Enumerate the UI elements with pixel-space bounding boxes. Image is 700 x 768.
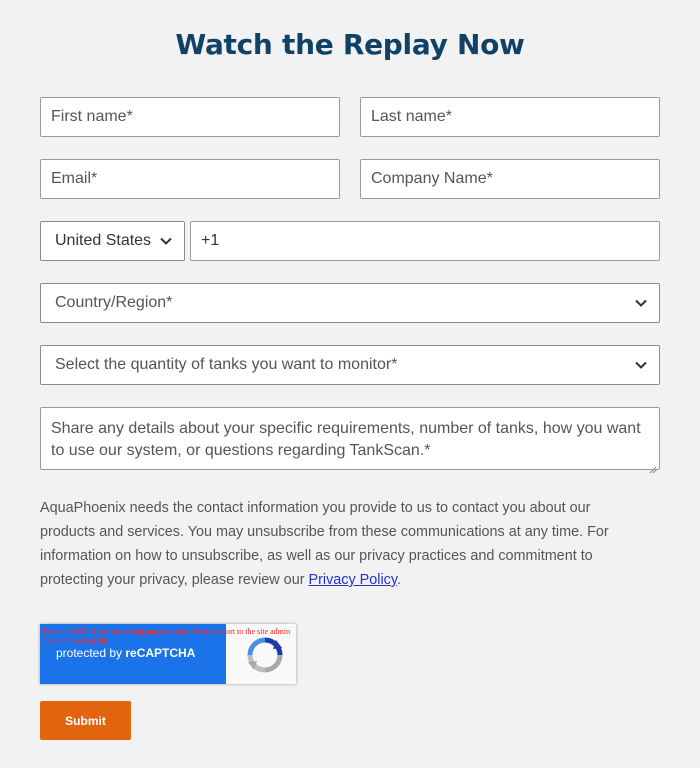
- disclaimer-suffix: .: [396, 572, 401, 588]
- country-region-select[interactable]: Country/Region*: [40, 283, 660, 323]
- first-name-field[interactable]: First name*: [40, 97, 340, 137]
- country-region-value: Country/Region*: [55, 294, 173, 311]
- company-name-placeholder: Company Name*: [371, 170, 493, 187]
- email-field[interactable]: Email*: [40, 159, 340, 199]
- tank-quantity-value: Select the quantity of tanks you want to…: [55, 356, 398, 373]
- page-title: Watch the Replay Now: [175, 28, 525, 61]
- recaptcha-widget[interactable]: This reCAPTCHA is for testing purposes o…: [40, 624, 296, 684]
- recaptcha-test-warning: This reCAPTCHA is for testing purposes o…: [42, 627, 291, 645]
- details-textarea[interactable]: Share any details about your specific re…: [40, 407, 660, 474]
- chevron-down-icon: [160, 235, 172, 247]
- details-placeholder: Share any details about your specific re…: [51, 420, 641, 459]
- last-name-placeholder: Last name*: [371, 108, 452, 125]
- recaptcha-brand: reCAPTCHA: [125, 646, 196, 660]
- privacy-disclaimer: AquaPhoenix needs the contact informatio…: [40, 496, 630, 592]
- email-placeholder: Email*: [51, 170, 98, 187]
- submit-button[interactable]: Submit: [40, 701, 131, 740]
- chevron-down-icon: [635, 297, 647, 309]
- privacy-policy-link[interactable]: Privacy Policy: [308, 572, 397, 588]
- chevron-down-icon: [635, 359, 647, 371]
- recaptcha-protected-prefix: protected by: [56, 646, 126, 660]
- phone-number-value: +1: [201, 232, 220, 249]
- last-name-field[interactable]: Last name*: [360, 97, 660, 137]
- phone-number-field[interactable]: +1: [190, 221, 660, 261]
- phone-country-select[interactable]: United States: [40, 221, 185, 261]
- resize-handle-icon[interactable]: [649, 459, 657, 474]
- recaptcha-protected-text: protected by reCAPTCHA: [56, 646, 195, 660]
- company-name-field[interactable]: Company Name*: [360, 159, 660, 199]
- phone-country-value: United States: [55, 232, 152, 249]
- tank-quantity-select[interactable]: Select the quantity of tanks you want to…: [40, 345, 660, 385]
- first-name-placeholder: First name*: [51, 108, 133, 125]
